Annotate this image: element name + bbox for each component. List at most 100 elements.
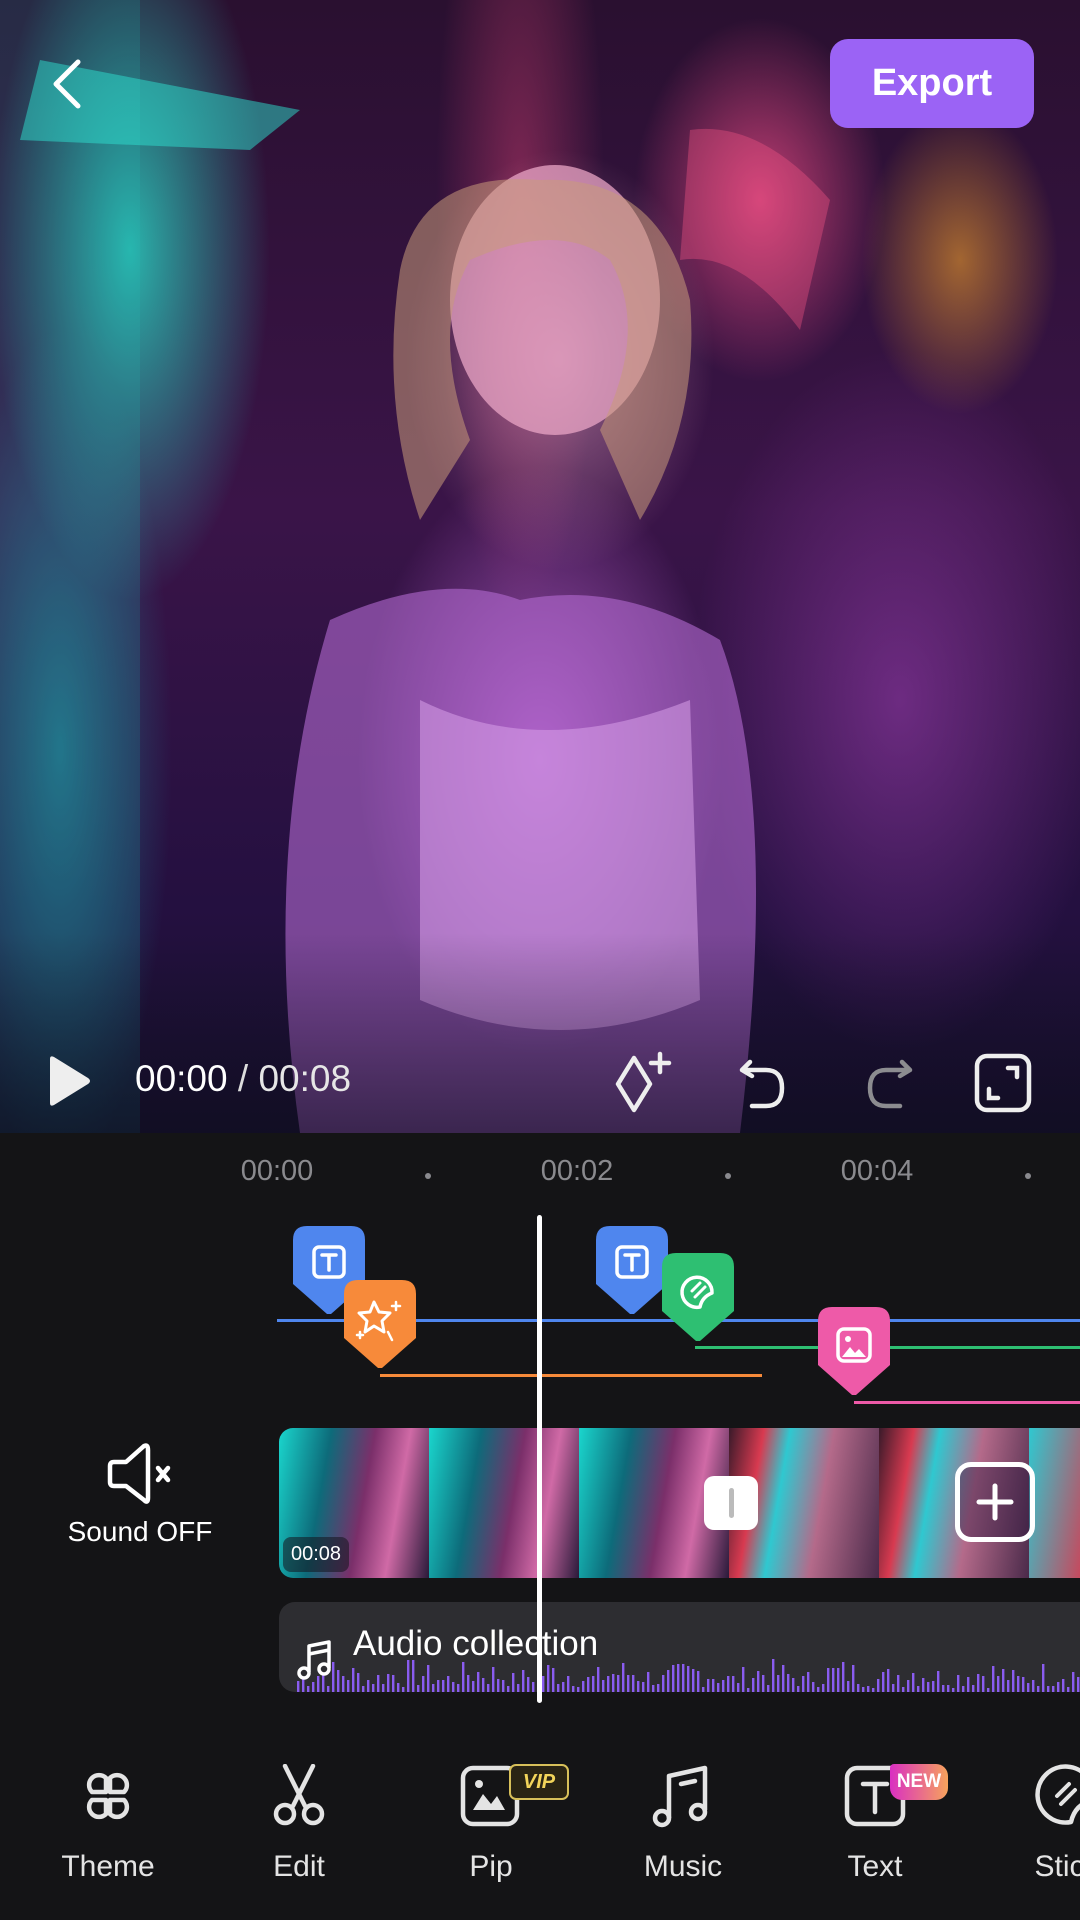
waveform-bar (857, 1684, 860, 1692)
clip-thumbnail (429, 1428, 579, 1578)
total-time: 00:08 (258, 1058, 352, 1099)
pip-track-line[interactable] (854, 1401, 1080, 1404)
waveform-bar (822, 1684, 825, 1692)
tool-music[interactable]: Music (608, 1764, 758, 1884)
waveform-bar (447, 1676, 450, 1692)
waveform-bar (637, 1681, 640, 1692)
waveform-bar (472, 1681, 475, 1692)
add-keyframe-icon (615, 1051, 672, 1113)
waveform-bar (347, 1680, 350, 1692)
audio-track[interactable]: Audio collection (279, 1602, 1080, 1692)
ruler-label: 00:02 (540, 1155, 614, 1187)
waveform-bar (382, 1684, 385, 1692)
waveform-bar (522, 1670, 525, 1692)
waveform-bar (677, 1664, 680, 1692)
pip-marker[interactable] (818, 1307, 890, 1399)
back-button[interactable] (44, 56, 94, 112)
waveform-bar (847, 1681, 850, 1692)
waveform-bar (987, 1688, 990, 1692)
undo-button[interactable] (730, 1048, 800, 1114)
waveform-bar (787, 1674, 790, 1692)
text-marker[interactable] (596, 1226, 668, 1318)
waveform-bar (727, 1676, 730, 1692)
waveform-bar (342, 1676, 345, 1692)
waveform-bar (552, 1668, 555, 1692)
waveform-bar (1037, 1686, 1040, 1692)
waveform-bar (757, 1671, 760, 1692)
sound-toggle[interactable]: Sound OFF (40, 1442, 240, 1572)
undo-icon (739, 1059, 785, 1109)
waveform-bar (927, 1682, 930, 1692)
waveform-bar (1042, 1664, 1045, 1692)
waveform-bar (1022, 1677, 1025, 1692)
tool-label: Theme (61, 1850, 155, 1883)
waveform-bar (597, 1667, 600, 1692)
waveform-bar (897, 1675, 900, 1692)
waveform-bar (1052, 1686, 1055, 1692)
tool-sticker[interactable]: Stick (992, 1764, 1080, 1884)
waveform-bar (797, 1686, 800, 1692)
waveform-bar (802, 1676, 805, 1692)
waveform-bar (387, 1674, 390, 1692)
waveform-bar (377, 1675, 380, 1692)
text-track-line[interactable] (457, 1319, 1080, 1322)
waveform-bar (307, 1686, 310, 1692)
tool-edit[interactable]: Edit (224, 1764, 374, 1884)
waveform-bar (327, 1686, 330, 1692)
waveform-bar (747, 1688, 750, 1692)
ruler-dot (1025, 1173, 1031, 1179)
tool-theme[interactable]: Theme (33, 1764, 183, 1884)
video-preview[interactable] (0, 0, 1080, 1133)
scissors-icon (273, 1764, 325, 1826)
waveform-bar (707, 1679, 710, 1692)
waveform-bar (477, 1672, 480, 1692)
sticker-icon (1035, 1764, 1080, 1825)
waveform-bar (407, 1660, 410, 1692)
waveform-bar (862, 1687, 865, 1692)
ruler-label: 00:00 (240, 1155, 314, 1187)
waveform-bar (572, 1686, 575, 1692)
waveform-bar (562, 1682, 565, 1692)
sticker-marker[interactable] (662, 1253, 734, 1345)
playhead[interactable] (537, 1215, 542, 1703)
transition-button[interactable] (704, 1476, 758, 1530)
waveform-bar (442, 1680, 445, 1692)
waveform-bar (617, 1675, 620, 1692)
redo-icon (867, 1059, 913, 1109)
export-button[interactable]: Export (830, 39, 1034, 128)
waveform-bar (502, 1680, 505, 1692)
waveform-bar (972, 1685, 975, 1692)
effect-marker[interactable] (344, 1280, 416, 1372)
waveform-bar (777, 1675, 780, 1692)
text-icon (596, 1226, 668, 1314)
tool-label: Music (643, 1850, 723, 1883)
waveform-bar (432, 1684, 435, 1692)
play-icon (50, 1056, 90, 1106)
waveform-bar (632, 1675, 635, 1692)
waveform-bar (487, 1684, 490, 1692)
new-badge: NEW (890, 1764, 948, 1800)
fullscreen-button[interactable] (968, 1048, 1038, 1114)
timeline-ruler[interactable]: 00:00 00:02 00:04 (0, 1155, 1080, 1195)
waveform-bar (412, 1660, 415, 1692)
waveform-bar (772, 1659, 775, 1692)
add-keyframe-button[interactable] (606, 1048, 676, 1114)
waveform-bar (337, 1670, 340, 1692)
waveform-bar (392, 1675, 395, 1692)
add-clip-button[interactable] (955, 1462, 1035, 1542)
tool-pip[interactable]: VIP Pip (416, 1764, 569, 1884)
tool-text[interactable]: NEW Text (800, 1764, 950, 1884)
effect-track-line[interactable] (380, 1374, 762, 1377)
waveform-bar (932, 1681, 935, 1692)
redo-button[interactable] (852, 1048, 922, 1114)
play-button[interactable] (44, 1053, 94, 1109)
speaker-muted-icon (107, 1443, 171, 1504)
waveform-bar (762, 1675, 765, 1692)
waveform-bar (362, 1686, 365, 1692)
bottom-toolbar: Theme Edit VIP Pip Music NEW Text Stic (0, 1740, 1080, 1920)
player-controls: 00:00 / 00:08 (0, 1040, 1080, 1120)
waveform-bar (1077, 1677, 1080, 1692)
waveform-bar (587, 1677, 590, 1692)
waveform-bar (402, 1687, 405, 1692)
time-separator: / (237, 1058, 249, 1099)
